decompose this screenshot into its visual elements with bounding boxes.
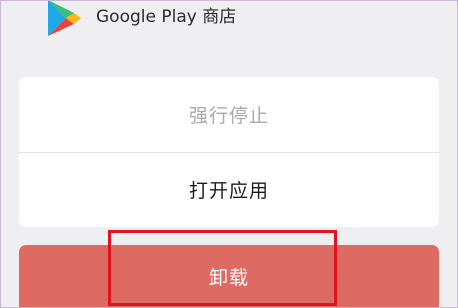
action-card: 强行停止 打开应用	[19, 77, 439, 227]
open-app-button[interactable]: 打开应用	[19, 152, 439, 227]
google-play-icon	[48, 0, 81, 36]
uninstall-button[interactable]: 卸载	[19, 245, 439, 307]
force-stop-button[interactable]: 强行停止	[19, 77, 439, 152]
app-name: Google Play 商店	[96, 7, 237, 27]
app-header: Google Play 商店	[0, 0, 458, 60]
